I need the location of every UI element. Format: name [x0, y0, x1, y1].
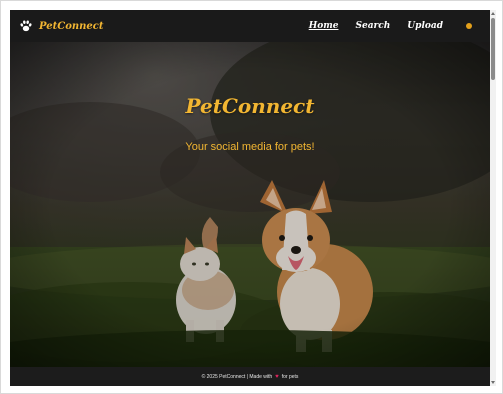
hero-tagline: Your social media for pets! [185, 141, 315, 153]
paw-icon [20, 20, 32, 32]
brand-name: PetConnect [39, 20, 104, 32]
nav-links: Home Search Upload [309, 10, 472, 42]
hero-section: PetConnect Your social media for pets! [10, 42, 490, 367]
theme-dot-icon[interactable] [466, 23, 472, 29]
page-viewport: PetConnect Home Search Upload PetConnect… [10, 10, 490, 386]
nav-link-upload[interactable]: Upload [407, 21, 443, 31]
page-scrollbar[interactable] [490, 10, 496, 386]
hero-title: PetConnect [185, 94, 315, 118]
brand-logo[interactable]: PetConnect [19, 17, 103, 35]
footer-text-after: for pets [281, 373, 299, 380]
scroll-up-arrow-icon[interactable] [491, 12, 495, 15]
scroll-down-arrow-icon[interactable] [491, 381, 495, 384]
footer-text-before: © 2025 PetConnect | Made with [201, 373, 273, 380]
footer: © 2025 PetConnect | Made with ♥ for pets [10, 367, 490, 386]
hero-background-image [10, 42, 490, 367]
nav-link-home[interactable]: Home [309, 21, 339, 31]
navbar: PetConnect Home Search Upload [10, 10, 490, 42]
nav-link-search[interactable]: Search [355, 21, 390, 31]
heart-icon: ♥ [275, 373, 279, 380]
browser-frame: PetConnect Home Search Upload PetConnect… [0, 0, 503, 394]
scroll-thumb[interactable] [491, 18, 495, 80]
